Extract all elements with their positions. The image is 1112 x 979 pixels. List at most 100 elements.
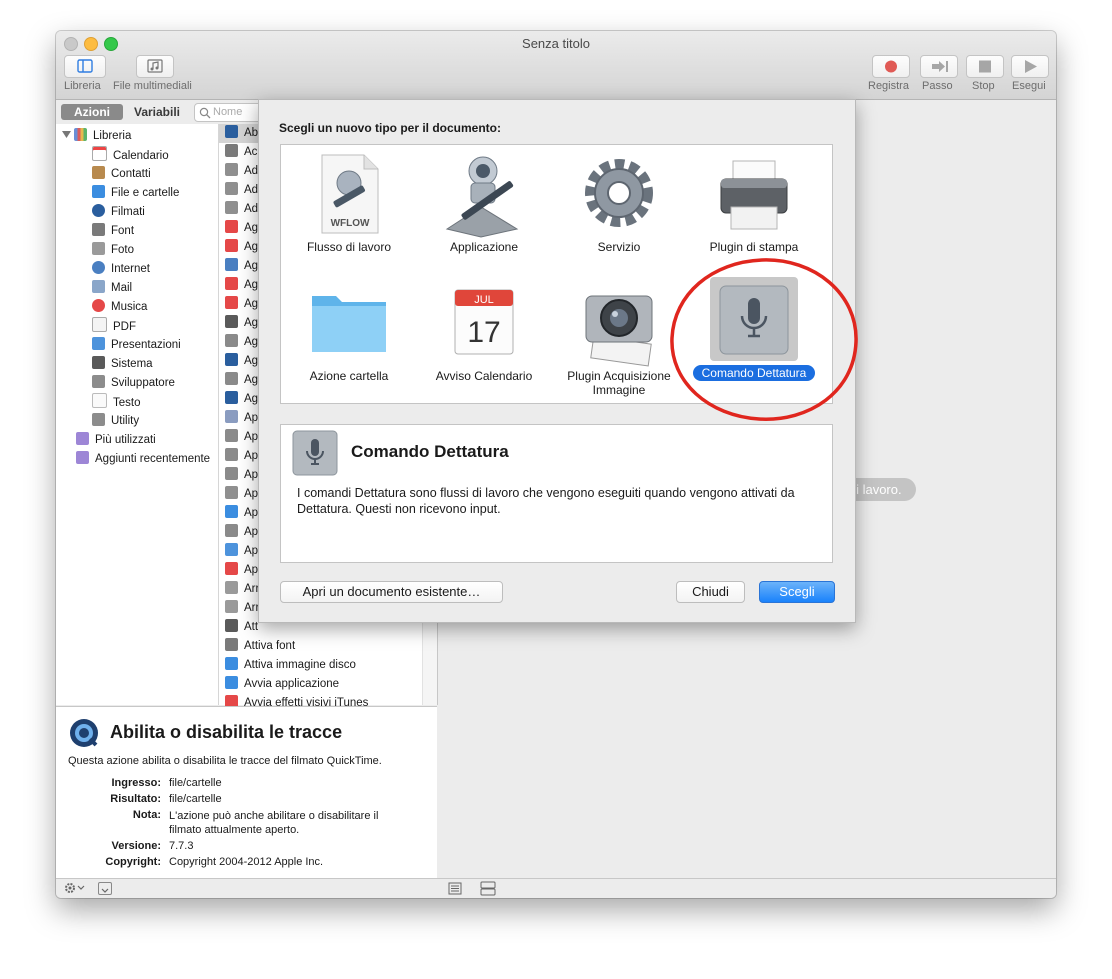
- utility-icon: [92, 413, 105, 426]
- type-name: Avviso Calendario: [435, 369, 533, 383]
- category-label: Contatti: [111, 168, 151, 180]
- action-icon: [225, 448, 238, 461]
- gear-icon: [585, 159, 653, 227]
- category-internet[interactable]: Internet: [92, 260, 150, 279]
- action-icon: [225, 258, 238, 271]
- action-icon: [225, 315, 238, 328]
- action-menu-button[interactable]: [64, 881, 86, 898]
- action-icon: [225, 581, 238, 594]
- action-label: Ap: [244, 450, 259, 462]
- category-font[interactable]: Font: [92, 222, 134, 241]
- action-icon: [225, 163, 238, 176]
- action-icon: [225, 676, 238, 689]
- detail-value: Copyright 2004-2012 Apple Inc.: [169, 856, 324, 868]
- stop-button[interactable]: [966, 55, 1004, 78]
- library-root[interactable]: Libreria: [62, 127, 131, 146]
- action-row[interactable]: Avvia applicazione: [219, 675, 437, 694]
- system-icon: [92, 356, 105, 369]
- category-label: Font: [111, 225, 135, 237]
- category-testo[interactable]: Testo: [92, 393, 141, 412]
- action-label: Ap: [244, 412, 259, 424]
- smart-group-piu-utilizzati[interactable]: Più utilizzati: [76, 431, 156, 450]
- action-label: Ap: [244, 507, 259, 519]
- record-button[interactable]: [872, 55, 910, 78]
- dialog-heading: Scegli un nuovo tipo per il documento:: [279, 121, 501, 135]
- annotation-circle: [670, 258, 858, 421]
- smart-group-aggiunti-recentemente[interactable]: Aggiunti recentemente: [76, 450, 210, 469]
- description-toggle-button[interactable]: [98, 882, 112, 895]
- media-icon: [147, 59, 163, 73]
- type-flusso-di-lavoro[interactable]: WFLOW Flusso di lavoro: [282, 149, 416, 269]
- variables-view-button[interactable]: [480, 881, 496, 898]
- action-label: Ad: [244, 203, 259, 215]
- library-icon: [74, 128, 87, 141]
- category-calendario[interactable]: Calendario: [92, 146, 169, 165]
- tab-azioni[interactable]: Azioni: [61, 104, 123, 120]
- action-icon: [225, 353, 238, 366]
- stop-icon: [979, 60, 991, 73]
- category-mail[interactable]: Mail: [92, 279, 132, 298]
- step-icon: [932, 61, 948, 72]
- action-label: Attiva immagine disco: [244, 659, 356, 671]
- type-avviso-calendario[interactable]: JUL 17 Avviso Calendario: [417, 278, 551, 398]
- category-list[interactable]: Libreria Calendario Contatti File e cart…: [56, 124, 219, 705]
- category-label: Presentazioni: [111, 339, 181, 351]
- stop-label: Stop: [972, 80, 995, 92]
- quicktime-icon: [70, 719, 98, 747]
- action-icon: [225, 182, 238, 195]
- tools-icon: [92, 375, 105, 388]
- action-label: Ap: [244, 526, 259, 538]
- action-row[interactable]: Attiva immagine disco: [219, 656, 437, 675]
- media-toggle-button[interactable]: [136, 55, 174, 78]
- bottom-bar: [56, 878, 1056, 898]
- category-file-e-cartelle[interactable]: File e cartelle: [92, 184, 179, 203]
- type-servizio[interactable]: Servizio: [552, 149, 686, 269]
- open-existing-document-button[interactable]: Apri un documento esistente…: [280, 581, 503, 603]
- tab-variabili[interactable]: Variabili: [126, 104, 188, 120]
- media-toggle-label: File multimediali: [113, 80, 192, 92]
- type-applicazione[interactable]: Applicazione: [417, 149, 551, 269]
- category-label: Foto: [111, 244, 135, 256]
- detail-key: Nota:: [132, 809, 161, 821]
- category-utility[interactable]: Utility: [92, 412, 139, 431]
- action-icon: [225, 334, 238, 347]
- category-presentazioni[interactable]: Presentazioni: [92, 336, 181, 355]
- pdf-icon: [92, 317, 107, 332]
- category-sistema[interactable]: Sistema: [92, 355, 153, 374]
- category-filmati[interactable]: Filmati: [92, 203, 145, 222]
- action-icon: [225, 277, 238, 290]
- type-name: Applicazione: [449, 240, 519, 254]
- detail-key: Risultato:: [110, 793, 161, 805]
- chevron-down-icon: [101, 888, 109, 893]
- action-label: Attiva font: [244, 640, 296, 652]
- category-foto[interactable]: Foto: [92, 241, 134, 260]
- category-contatti[interactable]: Contatti: [92, 165, 151, 184]
- presentation-icon: [92, 337, 105, 350]
- action-icon: [225, 391, 238, 404]
- action-icon: [225, 638, 238, 651]
- choose-button[interactable]: Scegli: [759, 581, 835, 603]
- type-azione-cartella[interactable]: Azione cartella: [282, 278, 416, 398]
- action-label: Ag: [244, 374, 259, 386]
- category-sviluppatore[interactable]: Sviluppatore: [92, 374, 175, 393]
- run-button[interactable]: [1011, 55, 1049, 78]
- action-label: Ag: [244, 336, 259, 348]
- text-icon: [92, 393, 107, 408]
- smart-group-label: Aggiunti recentemente: [95, 453, 211, 465]
- search-field[interactable]: Nome: [194, 103, 266, 122]
- log-view-button[interactable]: [448, 882, 462, 898]
- play-icon: [1025, 60, 1037, 73]
- itunes-icon: [92, 299, 105, 312]
- library-toggle-button[interactable]: [64, 55, 106, 78]
- close-button[interactable]: Chiudi: [676, 581, 745, 603]
- step-button[interactable]: [920, 55, 958, 78]
- type-plugin-di-stampa[interactable]: Plugin di stampa: [687, 149, 821, 269]
- category-musica[interactable]: Musica: [92, 298, 147, 317]
- detail-key: Ingresso:: [111, 777, 161, 789]
- action-row[interactable]: Attiva font: [219, 637, 437, 656]
- category-pdf[interactable]: PDF: [92, 317, 136, 336]
- action-icon: [225, 486, 238, 499]
- detail-key: Versione:: [111, 840, 161, 852]
- action-label: Ac: [244, 146, 258, 158]
- disclosure-triangle-icon[interactable]: [62, 130, 71, 139]
